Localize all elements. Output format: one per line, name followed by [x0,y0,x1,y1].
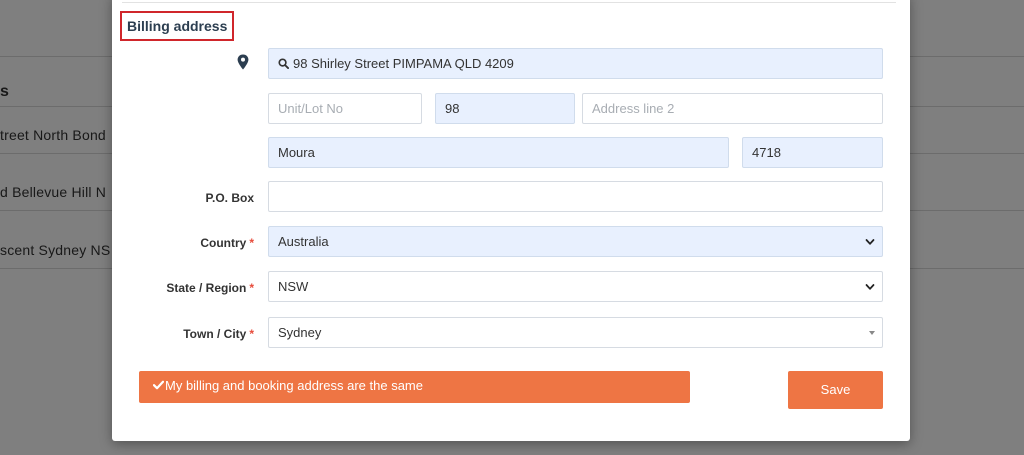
address-search-input[interactable]: 98 Shirley Street PIMPAMA QLD 4209 [268,48,883,79]
required-mark: * [249,236,254,250]
address-line-2-input[interactable]: Address line 2 [582,93,883,124]
street-number-input[interactable]: 98 [435,93,575,124]
billing-address-title: Billing address [120,11,235,41]
country-label: Country * [200,236,254,250]
same-address-toggle-button[interactable]: My billing and booking address are the s… [139,371,690,403]
po-box-input[interactable] [268,181,883,212]
same-address-label: My billing and booking address are the s… [165,378,423,393]
save-button[interactable]: Save [788,371,883,409]
town-city-select[interactable]: Sydney [268,317,883,348]
town-city-label: Town / City * [183,327,254,341]
map-pin-icon [237,54,249,70]
billing-address-modal: Billing address 98 Shirley Street PIMPAM… [112,0,910,441]
country-select[interactable]: Australia [268,226,883,257]
search-icon [278,58,289,69]
required-mark: * [249,281,254,295]
address-search-value: 98 Shirley Street PIMPAMA QLD 4209 [293,56,514,71]
suburb-input[interactable]: Moura [268,137,729,168]
modal-divider [122,2,896,3]
state-region-label: State / Region * [166,281,254,295]
chevron-down-icon [865,284,875,290]
check-icon [153,380,164,390]
country-value: Australia [278,234,329,249]
unit-lot-input[interactable]: Unit/Lot No [268,93,422,124]
town-city-value: Sydney [278,325,322,340]
postcode-value: 4718 [752,145,781,160]
state-region-value: NSW [278,279,309,294]
street-number-value: 98 [445,101,460,116]
required-mark: * [249,327,254,341]
chevron-down-icon [865,239,875,245]
unit-lot-placeholder: Unit/Lot No [278,101,344,116]
caret-down-icon [869,331,875,335]
suburb-value: Moura [278,145,315,160]
postcode-input[interactable]: 4718 [742,137,883,168]
state-region-select[interactable]: NSW [268,271,883,302]
po-box-label: P.O. Box [205,191,254,205]
address-line-2-placeholder: Address line 2 [592,101,675,116]
